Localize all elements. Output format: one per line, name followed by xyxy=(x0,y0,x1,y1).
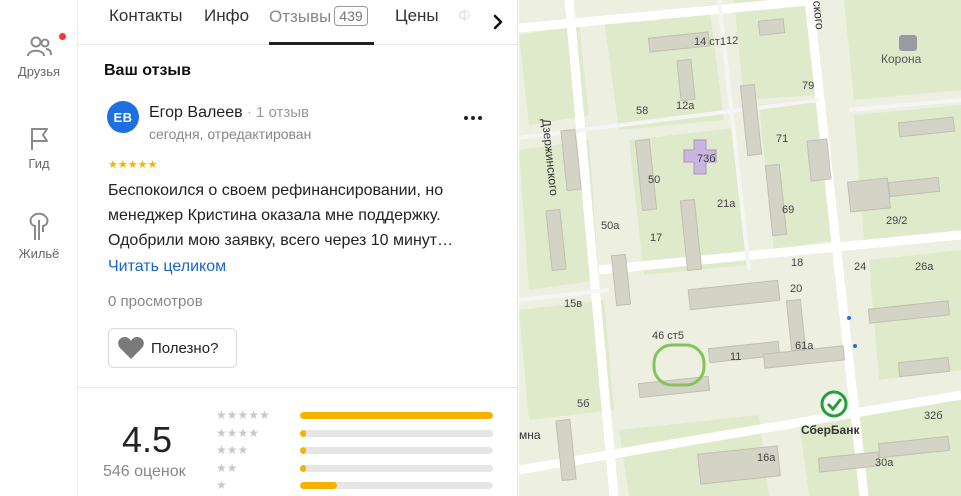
rail-item-friends-label: Друзья xyxy=(17,64,61,79)
house-number: 30а xyxy=(875,457,894,469)
house-number: 58 xyxy=(636,105,649,117)
house-number: 21а xyxy=(717,198,736,210)
house-number: 46 ст5 xyxy=(652,330,684,342)
house-number: 79 xyxy=(802,80,815,92)
house-number: 61а xyxy=(795,340,814,352)
read-more-link[interactable]: Читать целиком xyxy=(108,258,226,276)
rating-row-stars: ★★★ xyxy=(216,443,249,457)
rating-row-stars: ★★ xyxy=(216,460,238,475)
friends-icon xyxy=(27,36,52,57)
house-number: 50 xyxy=(648,174,661,186)
house-number: 5б xyxy=(577,398,590,410)
house-number: 18 xyxy=(791,257,804,269)
more-dot xyxy=(471,116,475,120)
useful-label: Полезно? xyxy=(151,339,219,357)
poi-label-sberbank[interactable]: СберБанк xyxy=(801,423,859,437)
rating-bar-track xyxy=(300,482,493,489)
author-name[interactable]: Егор Валеев xyxy=(149,104,243,121)
house-number: 73б xyxy=(697,153,716,165)
rail-item-housing-label: Жильё xyxy=(18,246,60,261)
poi-label-korona[interactable]: Корона xyxy=(881,52,921,66)
ratings-count: 546 оценок xyxy=(103,463,186,480)
rating-row-stars: ★★★★ xyxy=(216,425,260,440)
tab-reviews-label: Отзывы xyxy=(269,7,332,26)
rating-row-2[interactable]: ★★ xyxy=(216,462,506,476)
more-dot xyxy=(478,116,482,120)
rail-item-friends[interactable]: Друзья xyxy=(0,32,78,79)
review-author: Егор Валеев · 1 отзыв xyxy=(149,104,309,122)
review-text: Беспокоился о своем рефинансировании, но… xyxy=(108,182,454,249)
tab-contacts[interactable]: Контакты xyxy=(109,6,182,26)
rail-item-housing[interactable]: Жильё xyxy=(0,212,78,261)
rating-bar-fill xyxy=(300,482,337,489)
rating-bar-track xyxy=(300,464,493,472)
views-count: 0 просмотров xyxy=(108,293,203,310)
more-dot xyxy=(464,116,468,120)
house-number: 29/2 xyxy=(886,215,908,227)
rating-row-stars: ★ xyxy=(216,478,227,492)
street-label: мна xyxy=(519,428,541,442)
rating-row-3[interactable]: ★★★ xyxy=(216,444,506,458)
org-card-panel: Контакты Инфо Отзывы439 Цены Ф Ваш отзыв… xyxy=(78,0,518,496)
rail-item-guide[interactable]: Гид xyxy=(0,126,78,171)
flag-icon xyxy=(31,128,48,150)
housing-icon xyxy=(29,212,49,240)
tab-reviews[interactable]: Отзывы 439 xyxy=(269,6,368,27)
rating-row-stars: ★★★★★ xyxy=(216,408,270,422)
reviews-count-badge: 439 xyxy=(334,6,368,26)
avatar[interactable]: EB xyxy=(107,101,139,133)
tab-bar: Контакты Инфо Отзывы439 Цены Ф xyxy=(78,0,517,45)
rating-bar-track xyxy=(300,412,493,419)
more-options-button[interactable] xyxy=(458,108,488,128)
active-tab-indicator xyxy=(269,42,374,45)
tabs-next-button[interactable] xyxy=(478,0,517,44)
rating-bar-fill xyxy=(300,429,306,437)
house-number: 17 xyxy=(650,232,663,244)
meta-separator: · xyxy=(246,104,252,121)
house-number: 24 xyxy=(854,261,867,273)
house-number: 14 ст1 xyxy=(694,36,726,48)
rating-bar-fill xyxy=(300,447,306,454)
rating-row-5[interactable]: ★★★★★ xyxy=(216,409,506,423)
house-number: 69 xyxy=(782,204,795,216)
review-date: сегодня, отредактирован xyxy=(149,126,312,142)
rating-bar-track xyxy=(300,429,493,437)
street-label: ского xyxy=(810,0,828,31)
overall-rating: 4.5 xyxy=(122,419,173,460)
house-number: 16а xyxy=(757,452,776,464)
house-number: 50а xyxy=(601,220,620,232)
rating-bar-track xyxy=(300,447,493,454)
useful-button[interactable]: Полезно? xyxy=(108,328,237,368)
house-number: 26а xyxy=(915,261,934,273)
rating-row-4[interactable]: ★★★★ xyxy=(216,427,506,441)
house-number: 71 xyxy=(776,133,789,145)
chevron-right-icon xyxy=(493,14,503,30)
house-number: 20 xyxy=(790,283,803,295)
author-review-count: 1 отзыв xyxy=(255,104,309,121)
house-number: 11 xyxy=(730,351,742,363)
left-rail: Друзья Гид Жильё xyxy=(0,0,78,496)
house-number: 15в xyxy=(564,298,583,310)
map-canvas xyxy=(519,0,961,496)
tab-prices[interactable]: Цены xyxy=(395,6,439,26)
rail-item-guide-label: Гид xyxy=(28,156,50,171)
rating-row-1[interactable]: ★ xyxy=(216,479,506,493)
section-title: Ваш отзыв xyxy=(104,62,191,79)
divider xyxy=(78,387,517,388)
tab-info[interactable]: Инфо xyxy=(204,6,249,26)
rating-bar-fill xyxy=(300,464,306,472)
house-number: 12а xyxy=(676,100,695,112)
rating-bar-fill xyxy=(300,412,493,419)
heart-icon xyxy=(118,337,144,359)
house-number: 32б xyxy=(924,410,943,422)
review-stars: ★★★★★ xyxy=(108,159,158,171)
house-number: 12 xyxy=(726,35,739,47)
notification-dot xyxy=(58,32,67,41)
map-view[interactable]: Дзержинского ского мна 14 ст1 12 79 58 1… xyxy=(519,0,961,496)
